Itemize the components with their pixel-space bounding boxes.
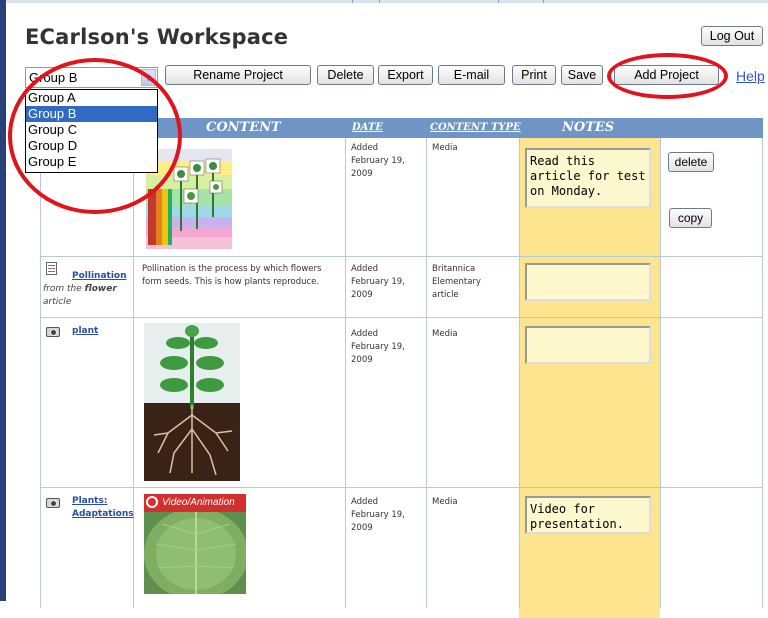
grid-line [762, 138, 763, 608]
logout-button[interactable]: Log Out [701, 26, 763, 46]
row1-content-type: Media [432, 143, 458, 153]
row2-source-suffix: article [43, 297, 72, 307]
row2-note-textarea[interactable] [525, 263, 651, 301]
print-button[interactable]: Print [512, 65, 556, 85]
email-button[interactable]: E-mail [438, 65, 505, 85]
row1-note-textarea[interactable]: Read this article for test on Monday. [525, 148, 651, 208]
row1-date-line1: Added [351, 143, 379, 153]
project-dropdown-list: Group A Group B Group C Group D Group E [25, 89, 158, 173]
help-link[interactable]: Help [736, 68, 765, 84]
row1-copy-button[interactable]: copy [669, 208, 712, 228]
browser-tab-edge [352, 0, 380, 3]
page-title: ECarlson's Workspace [25, 25, 289, 49]
row2-date-line2: February 19, [351, 277, 405, 287]
row2-type-line1: Britannica [432, 264, 476, 274]
grid-line [660, 138, 661, 608]
grid-line [40, 256, 763, 257]
row1-date-line2: February 19, [351, 156, 405, 166]
grid-line [345, 138, 346, 608]
row3-date-line1: Added [351, 329, 379, 339]
rename-project-button[interactable]: Rename Project [165, 65, 311, 85]
grid-line [40, 138, 41, 608]
window-frame-left [0, 0, 6, 601]
camera-icon [46, 498, 60, 508]
grid-line [519, 138, 520, 608]
document-icon [46, 262, 57, 275]
header-content: CONTENT [206, 120, 281, 135]
dropdown-option-group-d[interactable]: Group D [26, 138, 157, 154]
row4-title-link[interactable]: Plants: Adaptations [72, 495, 134, 521]
row2-type-line3: article [432, 290, 459, 300]
grid-line [40, 487, 763, 488]
row2-source-prefix: from the [43, 284, 82, 294]
grid-line [133, 138, 134, 608]
grid-line [426, 138, 427, 608]
row2-date-line1: Added [351, 264, 379, 274]
row4-date-line1: Added [351, 497, 379, 507]
plant-diagram-thumbnail[interactable] [144, 323, 240, 481]
header-notes: NOTES [562, 120, 615, 135]
row3-note-textarea[interactable] [525, 326, 651, 364]
row2-source-name: flower [84, 284, 117, 294]
row1-delete-button[interactable]: delete [668, 152, 714, 172]
row2-type-line2: Elementary [432, 277, 481, 287]
header-content-type[interactable]: CONTENT TYPE [430, 122, 521, 133]
row4-title-line2: Adaptations [72, 509, 134, 519]
row2-description: Pollination is the process by which flow… [142, 264, 322, 287]
row2-title-link[interactable]: Pollination [72, 270, 127, 283]
grid-line [40, 317, 763, 318]
row4-note-textarea[interactable]: Video for presentation. [525, 496, 651, 534]
export-button[interactable]: Export [378, 65, 433, 85]
dropdown-option-group-a[interactable]: Group A [26, 90, 157, 106]
project-select-value: Group B [29, 70, 78, 85]
video-animation-badge: Video/Animation [162, 497, 235, 508]
save-button[interactable]: Save [561, 65, 603, 85]
row3-title-link[interactable]: plant [72, 325, 98, 338]
row1-date-line3: 2009 [351, 169, 373, 179]
row3-content-type: Media [432, 329, 458, 339]
video-thumbnail[interactable]: Video/Animation [144, 494, 246, 594]
dropdown-option-group-e[interactable]: Group E [26, 154, 157, 170]
row3-date-line3: 2009 [351, 355, 373, 365]
camera-icon [46, 327, 60, 337]
add-project-button[interactable]: Add Project [614, 65, 719, 85]
delete-project-button[interactable]: Delete [317, 65, 374, 85]
row2-date-line3: 2009 [351, 290, 373, 300]
dropdown-option-group-c[interactable]: Group C [26, 122, 157, 138]
chevron-down-icon[interactable]: ▼ [141, 69, 156, 86]
row4-date-line2: February 19, [351, 510, 405, 520]
browser-top-strip [0, 0, 768, 3]
row4-title-line1: Plants: [72, 496, 108, 506]
notes-column-background [519, 138, 660, 618]
row4-content-type: Media [432, 497, 458, 507]
row3-date-line2: February 19, [351, 342, 405, 352]
row4-date-line3: 2009 [351, 523, 373, 533]
project-select[interactable]: Group B ▼ [25, 67, 158, 88]
workspace-table: CONTENT DATE CONTENT TYPE NOTES Added Fe… [40, 118, 764, 618]
header-date[interactable]: DATE [352, 122, 383, 133]
dropdown-option-group-b[interactable]: Group B [26, 106, 157, 122]
browser-tab-edge [498, 0, 544, 3]
